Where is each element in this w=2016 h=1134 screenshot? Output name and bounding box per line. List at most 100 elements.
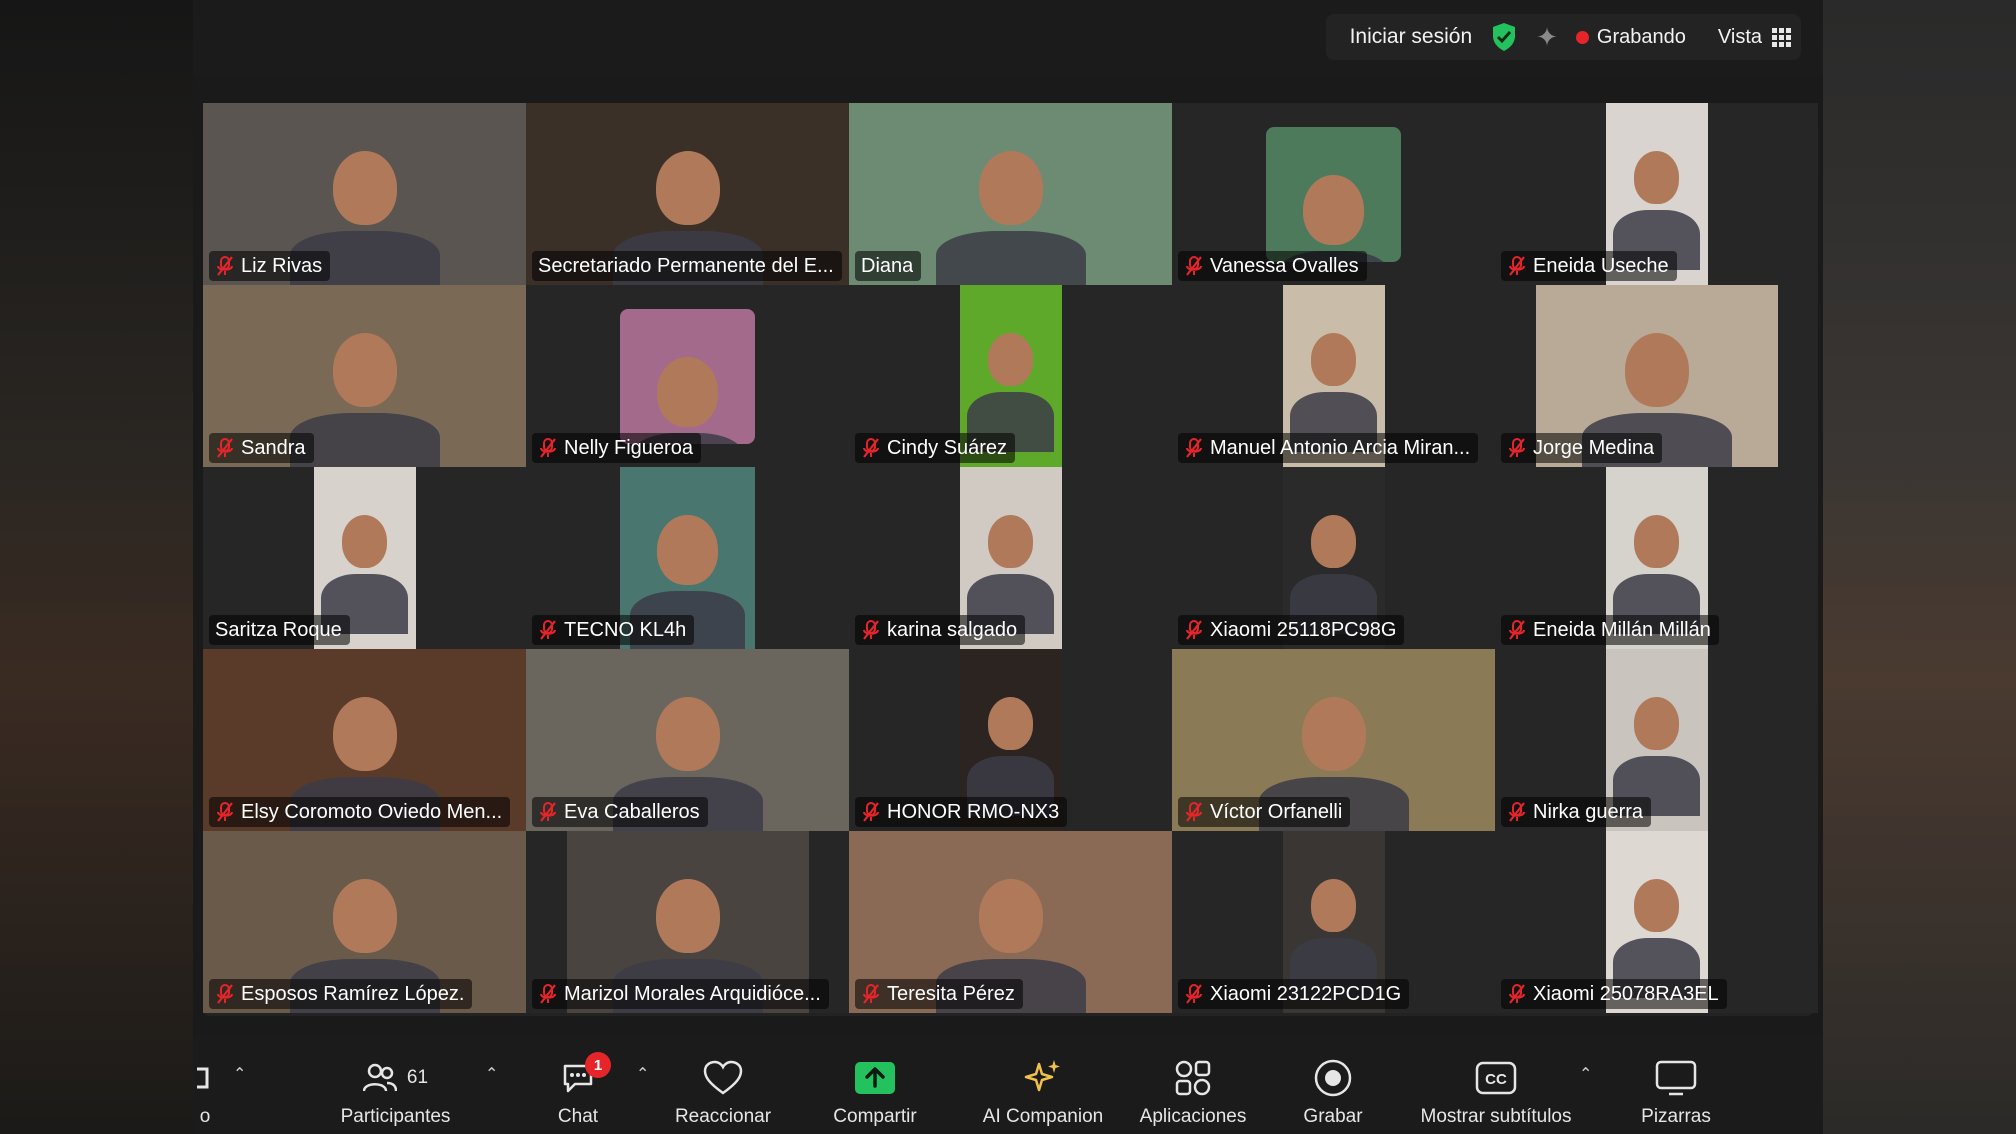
muted-mic-icon: [217, 984, 233, 1004]
muted-mic-icon: [1186, 256, 1202, 276]
participant-face: [1633, 879, 1680, 932]
participant-name: Eva Caballeros: [564, 800, 700, 823]
participant-tile[interactable]: Saritza Roque: [203, 467, 526, 649]
react-button[interactable]: Reaccionar: [673, 1036, 773, 1134]
recording-indicator[interactable]: Grabando: [1575, 26, 1686, 49]
participant-name-tag: Cindy Suárez: [855, 433, 1016, 463]
apps-icon: [1175, 1060, 1211, 1096]
apps-label: Aplicaciones: [1139, 1106, 1247, 1127]
participant-tile[interactable]: Elsy Coromoto Oviedo Men...: [203, 649, 526, 831]
captions-caret-icon[interactable]: ⌃: [1579, 1064, 1592, 1084]
participant-name-tag: Eneida Millán Millán: [1501, 615, 1719, 645]
participant-face: [987, 333, 1034, 386]
participant-tile[interactable]: Cindy Suárez: [849, 285, 1172, 467]
participant-name-tag: Manuel Antonio Arcia Miran...: [1178, 433, 1479, 463]
participant-name: Nelly Figueroa: [564, 436, 693, 459]
ai-companion-button[interactable]: AI Companion: [973, 1036, 1113, 1134]
participant-tile[interactable]: Xiaomi 25078RA3EL: [1495, 831, 1818, 1013]
participant-face: [1310, 515, 1357, 568]
muted-mic-icon: [540, 620, 556, 640]
muted-mic-icon: [1186, 984, 1202, 1004]
participant-tile[interactable]: Jorge Medina: [1495, 285, 1818, 467]
audio-options-caret-icon[interactable]: ⌃: [233, 1064, 246, 1084]
chat-button[interactable]: Chat 1: [538, 1036, 618, 1134]
closed-captions-icon: CC: [1475, 1061, 1517, 1095]
participants-button[interactable]: 61 Participantes: [333, 1036, 458, 1134]
chat-label: Chat: [557, 1106, 599, 1127]
apps-button[interactable]: Aplicaciones: [1133, 1036, 1253, 1134]
participants-caret-icon[interactable]: ⌃: [485, 1064, 498, 1084]
participant-name-tag: Jorge Medina: [1501, 433, 1663, 463]
participant-tile[interactable]: Víctor Orfanelli: [1172, 649, 1495, 831]
participant-tile[interactable]: Diana: [849, 103, 1172, 285]
muted-mic-icon: [217, 802, 233, 822]
participant-name: karina salgado: [887, 618, 1018, 641]
participant-name: HONOR RMO-NX3: [887, 800, 1060, 823]
participant-name: Xiaomi 23122PCD1G: [1210, 982, 1402, 1005]
muted-mic-icon: [863, 438, 879, 458]
participant-name-tag: Secretariado Permanente del E...: [532, 251, 842, 281]
top-controls: Iniciar sesión ✦ Grabando Vista: [1325, 14, 1801, 60]
participant-face: [1303, 175, 1364, 245]
participant-face: [332, 151, 397, 225]
ai-sparkle-icon[interactable]: ✦: [1536, 22, 1558, 53]
clipped-toolbar-item[interactable]: o: [193, 1036, 217, 1134]
participant-tile[interactable]: Liz Rivas: [203, 103, 526, 285]
participant-tile[interactable]: Manuel Antonio Arcia Miran...: [1172, 285, 1495, 467]
meeting-window: Iniciar sesión ✦ Grabando Vista Liz Riva…: [193, 0, 1823, 1134]
participant-tile[interactable]: Nirka guerra: [1495, 649, 1818, 831]
video-gallery: Liz Rivas Secretariado Permanente del E..…: [203, 103, 1818, 1016]
encryption-shield-icon[interactable]: [1490, 22, 1518, 52]
participant-tile[interactable]: Esposos Ramírez López.: [203, 831, 526, 1013]
participant-name-tag: Sandra: [209, 433, 314, 463]
background-left-blur: [0, 0, 193, 1134]
participant-name: TECNO KL4h: [564, 618, 687, 641]
participant-face: [332, 333, 397, 407]
heart-icon: [703, 1060, 743, 1095]
participant-name-tag: Saritza Roque: [209, 615, 350, 645]
participant-tile[interactable]: karina salgado: [849, 467, 1172, 649]
participant-tile[interactable]: Sandra: [203, 285, 526, 467]
participant-face: [655, 697, 720, 771]
participant-name-tag: Teresita Pérez: [855, 979, 1023, 1009]
svg-text:CC: CC: [1485, 1071, 1507, 1088]
view-button[interactable]: Vista: [1718, 26, 1791, 49]
participant-name-tag: Nelly Figueroa: [532, 433, 701, 463]
muted-mic-icon: [863, 984, 879, 1004]
muted-mic-icon: [540, 984, 556, 1004]
ai-companion-icon: [1024, 1060, 1060, 1092]
muted-mic-icon: [217, 256, 233, 276]
muted-mic-icon: [1509, 438, 1525, 458]
participant-name: Esposos Ramírez López.: [241, 982, 465, 1005]
participant-face: [1633, 151, 1680, 204]
meeting-toolbar: o ⌃ 61 Participantes ⌃ Chat 1 ⌃ Reaccion…: [193, 1036, 1823, 1134]
captions-button[interactable]: CC Mostrar subtítulos: [1411, 1036, 1581, 1134]
participant-tile[interactable]: Vanessa Ovalles: [1172, 103, 1495, 285]
participant-name-tag: Eneida Useche: [1501, 251, 1677, 281]
participant-tile[interactable]: Marizol Morales Arquidióce...: [526, 831, 849, 1013]
participant-face: [1301, 697, 1366, 771]
participant-tile[interactable]: Eneida Millán Millán: [1495, 467, 1818, 649]
participant-tile[interactable]: HONOR RMO-NX3: [849, 649, 1172, 831]
participant-tile[interactable]: Nelly Figueroa: [526, 285, 849, 467]
muted-mic-icon: [540, 438, 556, 458]
participant-name-tag: karina salgado: [855, 615, 1026, 645]
sign-in-button[interactable]: Iniciar sesión: [1350, 25, 1473, 49]
participant-tile[interactable]: Eneida Useche: [1495, 103, 1818, 285]
record-button[interactable]: Grabar: [1293, 1036, 1373, 1134]
recording-dot-icon: [1575, 30, 1589, 44]
share-button[interactable]: Compartir: [825, 1036, 925, 1134]
whiteboards-button[interactable]: Pizarras: [1631, 1036, 1721, 1134]
participant-face: [1624, 333, 1689, 407]
participant-tile[interactable]: Secretariado Permanente del E...: [526, 103, 849, 285]
participant-tile[interactable]: Xiaomi 25118PC98G: [1172, 467, 1495, 649]
participant-tile[interactable]: Xiaomi 23122PCD1G: [1172, 831, 1495, 1013]
participant-face: [978, 151, 1043, 225]
participant-tile[interactable]: TECNO KL4h: [526, 467, 849, 649]
participant-tile[interactable]: Teresita Pérez: [849, 831, 1172, 1013]
participant-face: [1310, 333, 1357, 386]
muted-mic-icon: [863, 620, 879, 640]
participant-tile[interactable]: Eva Caballeros: [526, 649, 849, 831]
chat-caret-icon[interactable]: ⌃: [636, 1064, 649, 1084]
muted-mic-icon: [1509, 984, 1525, 1004]
